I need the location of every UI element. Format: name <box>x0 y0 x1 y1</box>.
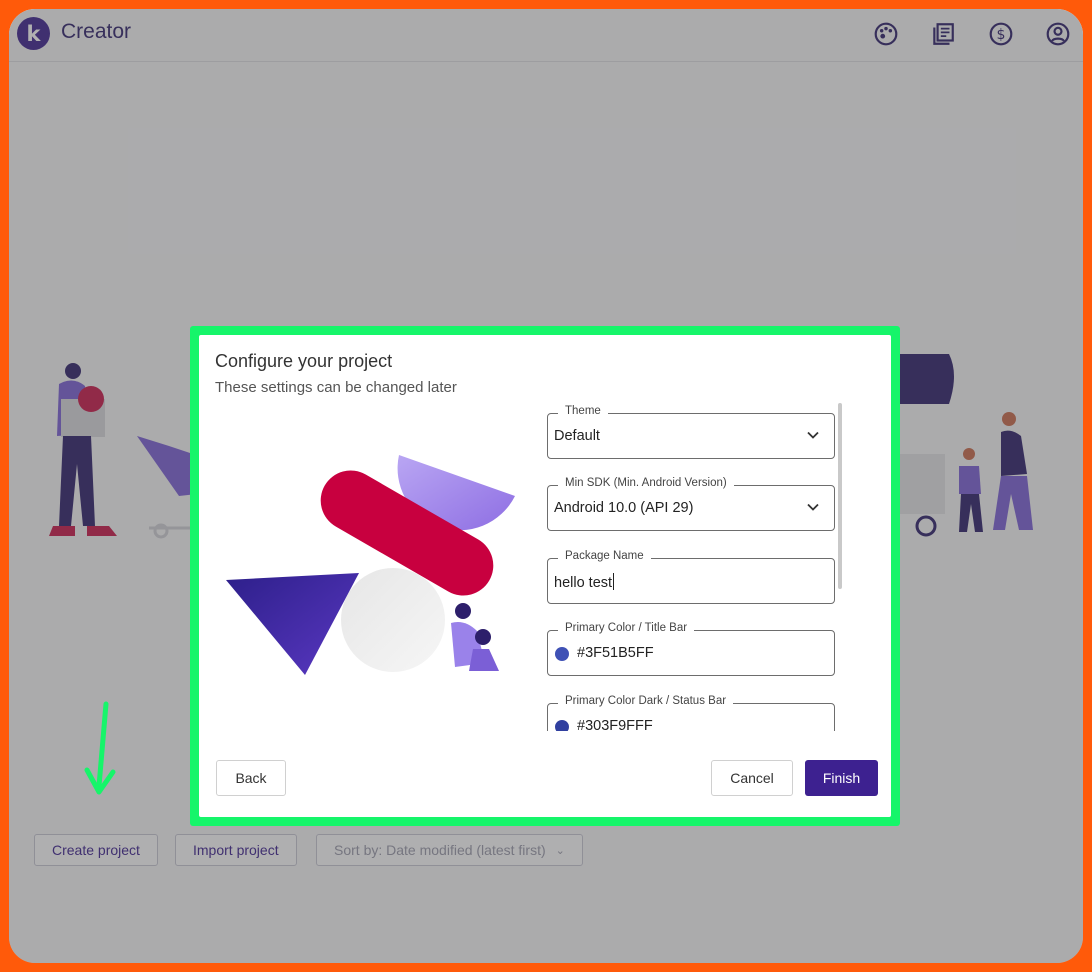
min-sdk-select[interactable]: Min SDK (Min. Android Version) Android 1… <box>547 477 835 531</box>
primary-color-dark-swatch[interactable] <box>555 720 569 731</box>
finish-button[interactable]: Finish <box>805 760 878 796</box>
chevron-down-icon <box>807 503 819 511</box>
back-button[interactable]: Back <box>216 760 286 796</box>
theme-value: Default <box>554 428 600 444</box>
primary-color-swatch[interactable] <box>555 647 569 661</box>
configure-project-dialog: Configure your project These settings ca… <box>199 335 891 817</box>
dialog-title: Configure your project <box>215 351 393 371</box>
dialog-subtitle: These settings can be changed later <box>215 379 457 396</box>
settings-form: Theme Default Min SDK (Min. Android Vers… <box>545 401 845 731</box>
primary-color-label: Primary Color / Title Bar <box>558 622 695 634</box>
theme-select[interactable]: Theme Default <box>547 405 835 459</box>
package-name-label: Package Name <box>558 550 651 562</box>
min-sdk-value: Android 10.0 (API 29) <box>554 500 694 516</box>
project-illustration <box>226 455 515 675</box>
cancel-button[interactable]: Cancel <box>711 760 793 796</box>
primary-color-dark-value: #303F9FFF <box>577 718 653 731</box>
primary-color-field[interactable]: Primary Color / Title Bar #3F51B5FF <box>547 622 835 676</box>
min-sdk-label: Min SDK (Min. Android Version) <box>558 477 734 489</box>
primary-color-dark-field[interactable]: Primary Color Dark / Status Bar #303F9FF… <box>547 695 835 731</box>
text-caret <box>613 573 615 590</box>
annotation-arrow-icon <box>84 701 116 795</box>
chevron-down-icon <box>807 431 819 439</box>
package-name-field[interactable]: Package Name hello test <box>547 550 835 604</box>
form-scrollbar[interactable] <box>838 403 842 589</box>
primary-color-dark-label: Primary Color Dark / Status Bar <box>558 695 734 707</box>
package-name-value: hello test <box>554 575 613 591</box>
package-name-input[interactable]: hello test <box>554 573 615 591</box>
theme-label: Theme <box>558 405 608 417</box>
primary-color-value: #3F51B5FF <box>577 645 654 661</box>
